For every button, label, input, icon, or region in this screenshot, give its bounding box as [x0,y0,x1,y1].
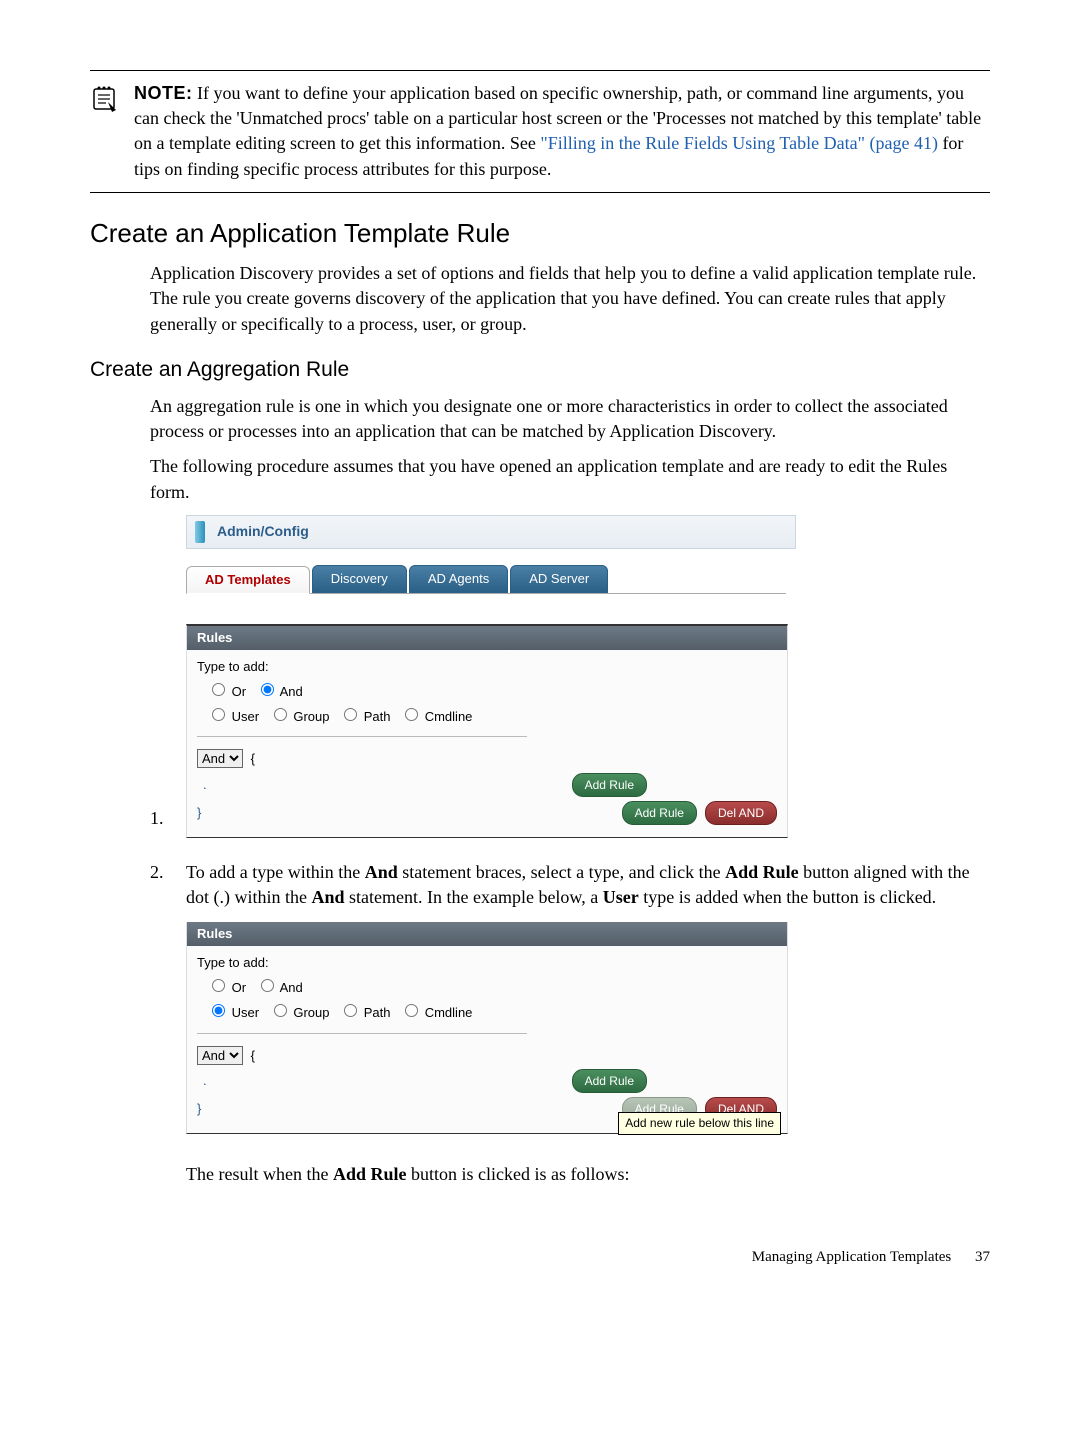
step-2: To add a type within the And statement b… [150,860,990,1187]
rule-dot: . [197,776,207,794]
add-rule-button-outer[interactable]: Add Rule [622,801,697,825]
note-icon [90,85,118,182]
brace-close-2: } [197,1100,201,1118]
admin-config-header: Admin/Config [186,515,796,549]
note-label: NOTE: [134,83,193,103]
header-accent-icon [195,521,205,543]
note-link[interactable]: "Filling in the Rule Fields Using Table … [540,133,938,153]
note-block: NOTE: If you want to define your applica… [90,81,990,182]
footer-page: 37 [975,1249,990,1265]
note-text: NOTE: If you want to define your applica… [134,81,990,182]
tab-row: AD Templates Discovery AD Agents AD Serv… [186,563,786,594]
subsection-para1: An aggregation rule is one in which you … [150,394,990,444]
tab-ad-server[interactable]: AD Server [510,565,608,593]
tab-ad-templates[interactable]: AD Templates [186,566,310,594]
screenshot-1: Admin/Config AD Templates Discovery AD A… [186,515,796,838]
add-rule-button-inner-2[interactable]: Add Rule [572,1069,647,1093]
step-2-text: To add a type within the And statement b… [186,860,990,910]
radio-group[interactable]: Group [269,709,330,724]
footer-title: Managing Application Templates [752,1249,951,1265]
rules-header-2: Rules [187,922,787,946]
type-to-add-label: Type to add: [197,658,777,676]
radio-user-2[interactable]: User [207,1005,259,1020]
tooltip-add-new-rule: Add new rule below this line [618,1112,781,1135]
rule-dot-2: . [197,1072,207,1090]
brace-close: } [197,804,201,822]
tab-ad-agents[interactable]: AD Agents [409,565,508,593]
radio-path-2[interactable]: Path [339,1005,390,1020]
radio-group-2[interactable]: Group [269,1005,330,1020]
section-para: Application Discovery provides a set of … [150,261,990,337]
radio-and-2[interactable]: And [256,980,303,995]
add-rule-button-inner[interactable]: Add Rule [572,773,647,797]
screenshot-2: Rules Type to add: Or And User Group Pat… [186,922,788,1134]
radio-path[interactable]: Path [339,709,390,724]
brace-open: { [251,751,255,766]
tab-discovery[interactable]: Discovery [312,565,407,593]
admin-config-title: Admin/Config [217,522,309,542]
del-and-button[interactable]: Del AND [705,801,777,825]
and-select[interactable]: And [197,749,243,768]
radio-cmdline-2[interactable]: Cmdline [400,1005,472,1020]
rules-panel: Rules Type to add: Or And User Group Pat… [186,624,788,838]
step-1: Admin/Config AD Templates Discovery AD A… [150,515,990,838]
rules-panel-2: Rules Type to add: Or And User Group Pat… [186,922,788,1134]
brace-open-2: { [251,1048,255,1063]
radio-and[interactable]: And [256,684,303,699]
rules-header: Rules [187,626,787,650]
radio-or[interactable]: Or [207,684,246,699]
radio-user[interactable]: User [207,709,259,724]
subsection-title: Create an Aggregation Rule [90,355,990,384]
type-to-add-label-2: Type to add: [197,954,777,972]
result-line: The result when the Add Rule button is c… [186,1162,990,1187]
radio-cmdline[interactable]: Cmdline [400,709,472,724]
subsection-para2: The following procedure assumes that you… [150,454,990,504]
radio-or-2[interactable]: Or [207,980,246,995]
section-title: Create an Application Template Rule [90,215,990,251]
page-footer: Managing Application Templates 37 [90,1247,990,1268]
and-select-2[interactable]: And [197,1046,243,1065]
